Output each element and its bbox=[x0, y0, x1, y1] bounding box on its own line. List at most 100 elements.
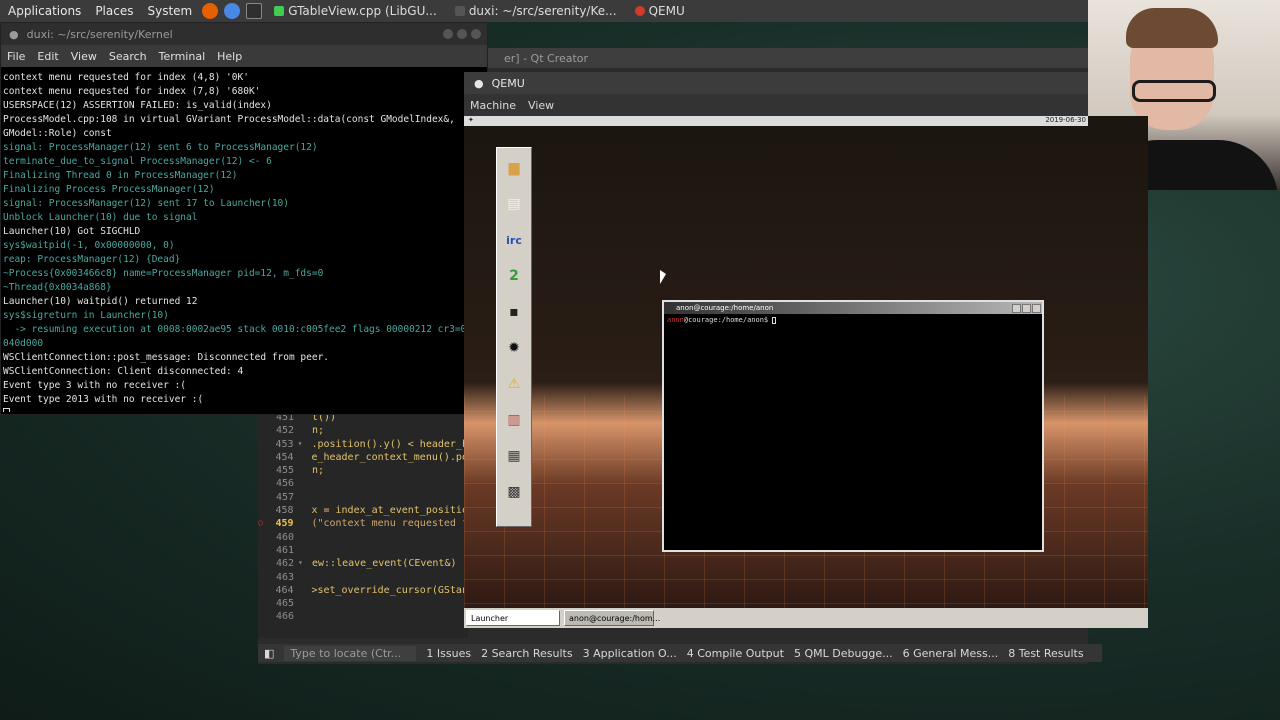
menu-machine[interactable]: Machine bbox=[470, 99, 516, 112]
terminal-line: WSClientConnection: Client disconnected:… bbox=[3, 366, 244, 377]
code-line[interactable]: 465 bbox=[258, 598, 468, 611]
terminal-line: Launcher(10) waitpid() returned 12 bbox=[3, 296, 198, 307]
output-pane-tab[interactable]: 2 Search Results bbox=[481, 647, 573, 660]
fold-gutter bbox=[298, 545, 308, 558]
code-line[interactable]: ○ 459 ("context menu requested f bbox=[258, 518, 468, 531]
serenity-terminal-window[interactable]: anon@courage:/home/anon anon@courage:/ho… bbox=[662, 300, 1044, 552]
output-pane-tab[interactable]: 6 General Mess... bbox=[903, 647, 999, 660]
serenity-clock: 2019-06-30 bbox=[1043, 116, 1088, 124]
terminal-launcher-icon[interactable] bbox=[246, 3, 263, 19]
font-editor-icon[interactable]: ▦ bbox=[503, 444, 525, 468]
code-line[interactable]: 462 ▾ ew::leave_event(CEvent&) bbox=[258, 558, 468, 571]
menu-view[interactable]: View bbox=[528, 99, 554, 112]
terminal-titlebar[interactable]: ● duxi: ~/src/serenity/Kernel bbox=[1, 23, 487, 45]
terminal-line: 040d000 bbox=[3, 338, 44, 349]
maximize-button[interactable] bbox=[457, 29, 467, 39]
irc-icon[interactable]: irc bbox=[503, 228, 525, 252]
serenity-terminal-titlebar[interactable]: anon@courage:/home/anon bbox=[664, 302, 1042, 314]
code-line[interactable]: 453 ▾ .position().y() < header_h bbox=[258, 439, 468, 452]
text-editor-icon[interactable]: ▤ bbox=[503, 192, 525, 216]
code-line[interactable]: 464 >set_override_cursor(GStan bbox=[258, 585, 468, 598]
code-text: e_header_context_menu().po bbox=[311, 451, 468, 463]
taskbar-item-terminal[interactable]: anon@courage:/hom... bbox=[564, 610, 660, 626]
code-line[interactable]: 454 e_header_context_menu().po bbox=[258, 452, 468, 465]
serenity-maximize-button[interactable] bbox=[1022, 303, 1031, 313]
output-pane-tab[interactable]: 1 Issues bbox=[426, 647, 471, 660]
terminal-line: GModel::Role) const bbox=[3, 128, 112, 139]
qemu-title: QEMU bbox=[491, 76, 525, 90]
code-line[interactable]: 461 bbox=[258, 545, 468, 558]
serenity-close-button[interactable] bbox=[1032, 303, 1041, 313]
qemu-menubar: Machine View bbox=[464, 94, 1088, 116]
terminal-menu-view[interactable]: View bbox=[71, 50, 97, 63]
top-panel: Applications Places System GTableView.cp… bbox=[0, 0, 1088, 22]
code-line[interactable]: 455 n; bbox=[258, 465, 468, 478]
code-line[interactable]: 457 bbox=[258, 492, 468, 505]
terminal-title: duxi: ~/src/serenity/Kernel bbox=[26, 27, 173, 41]
output-pane-tab[interactable]: 4 Compile Output bbox=[687, 647, 784, 660]
terminal-menu-edit[interactable]: Edit bbox=[37, 50, 58, 63]
code-line[interactable]: 458 x = index_at_event_positio bbox=[258, 505, 468, 518]
taskbar-item-launcher[interactable]: Launcher bbox=[466, 610, 560, 626]
code-line[interactable]: 460 bbox=[258, 532, 468, 545]
line-number: 461 bbox=[275, 544, 294, 556]
bug-icon[interactable]: ✹ bbox=[503, 336, 525, 360]
serenity-minimize-button[interactable] bbox=[1012, 303, 1021, 313]
task-gtableview[interactable]: GTableView.cpp (LibGU... bbox=[268, 4, 443, 18]
prompt-user: anon bbox=[667, 316, 684, 324]
close-button[interactable] bbox=[471, 29, 481, 39]
output-pane-tab[interactable]: 5 QML Debugge... bbox=[794, 647, 893, 660]
webcam-hair bbox=[1126, 8, 1218, 48]
code-editor[interactable]: 451 t()) 452 n; 453 ▾ .position().y() < header… bbox=[258, 412, 468, 638]
output-pane-tab[interactable]: 8 Test Results bbox=[1008, 647, 1083, 660]
line-number: 466 bbox=[275, 611, 294, 623]
output-pane-tab[interactable]: 3 Application O... bbox=[583, 647, 677, 660]
fold-arrow-icon[interactable]: ▾ bbox=[298, 558, 308, 571]
minimize-button[interactable] bbox=[443, 29, 453, 39]
firefox-icon[interactable] bbox=[202, 3, 219, 19]
task-qemu[interactable]: QEMU bbox=[629, 4, 691, 18]
fold-gutter bbox=[298, 452, 308, 465]
code-text: n; bbox=[312, 465, 325, 477]
sidebar-toggle-icon[interactable]: ◧ bbox=[264, 647, 274, 660]
line-number: 454 bbox=[275, 451, 294, 463]
qemu-titlebar[interactable]: ● QEMU bbox=[464, 72, 1088, 94]
serenity-taskbar: Launcher anon@courage:/hom... bbox=[464, 608, 1148, 628]
serenity-terminal-prompt[interactable]: anon@courage:/home/anon$ bbox=[664, 314, 1042, 326]
calendar-icon[interactable]: ▩ bbox=[503, 480, 525, 504]
folder-icon[interactable]: ▆ bbox=[503, 156, 525, 180]
code-line[interactable]: 463 bbox=[258, 572, 468, 585]
warning-icon[interactable]: ⚠ bbox=[503, 372, 525, 396]
terminal-menu-terminal[interactable]: Terminal bbox=[159, 50, 206, 63]
books-icon[interactable]: ▥ bbox=[503, 408, 525, 432]
fold-gutter bbox=[298, 598, 308, 611]
chromium-icon[interactable] bbox=[224, 3, 241, 19]
fold-arrow-icon[interactable]: ▾ bbox=[298, 439, 308, 452]
places-menu[interactable]: Places bbox=[91, 4, 137, 18]
code-line[interactable]: 456 bbox=[258, 478, 468, 491]
terminal-icon[interactable]: ▪ bbox=[503, 300, 525, 324]
prompt-host-path: @courage:/home/anon$ bbox=[683, 316, 773, 324]
system-menu[interactable]: System bbox=[143, 4, 196, 18]
terminal-menu-search[interactable]: Search bbox=[109, 50, 147, 63]
serenity-logo-icon[interactable]: ✦ bbox=[464, 116, 474, 124]
task-label: duxi: ~/src/serenity/Ke... bbox=[468, 4, 617, 18]
code-line[interactable]: 452 n; bbox=[258, 425, 468, 438]
serenity-desktop[interactable]: ✦ 2019-06-30 ▆ ▤ irc 2 ▪ ✹ ⚠ ▥ ▦ ▩ anon@courage:/… bbox=[464, 116, 1148, 628]
terminal-menu-file[interactable]: File bbox=[7, 50, 25, 63]
snake-icon[interactable]: 2 bbox=[503, 264, 525, 288]
code-text: >set_override_cursor(GStan bbox=[311, 584, 468, 596]
locator-input[interactable]: Type to locate (Ctr... bbox=[284, 645, 417, 661]
terminal-window: ● duxi: ~/src/serenity/Kernel File Edit Vi… bbox=[0, 22, 488, 415]
task-terminal[interactable]: duxi: ~/src/serenity/Ke... bbox=[449, 4, 623, 18]
terminal-line: Finalizing Process ProcessManager(12) bbox=[3, 184, 215, 195]
applications-menu[interactable]: Applications bbox=[4, 4, 85, 18]
terminal-output[interactable]: context menu requested for index (4,8) '… bbox=[1, 67, 487, 412]
terminal-menu-help[interactable]: Help bbox=[217, 50, 242, 63]
code-line[interactable]: 466 bbox=[258, 611, 468, 624]
fold-gutter bbox=[298, 518, 308, 531]
